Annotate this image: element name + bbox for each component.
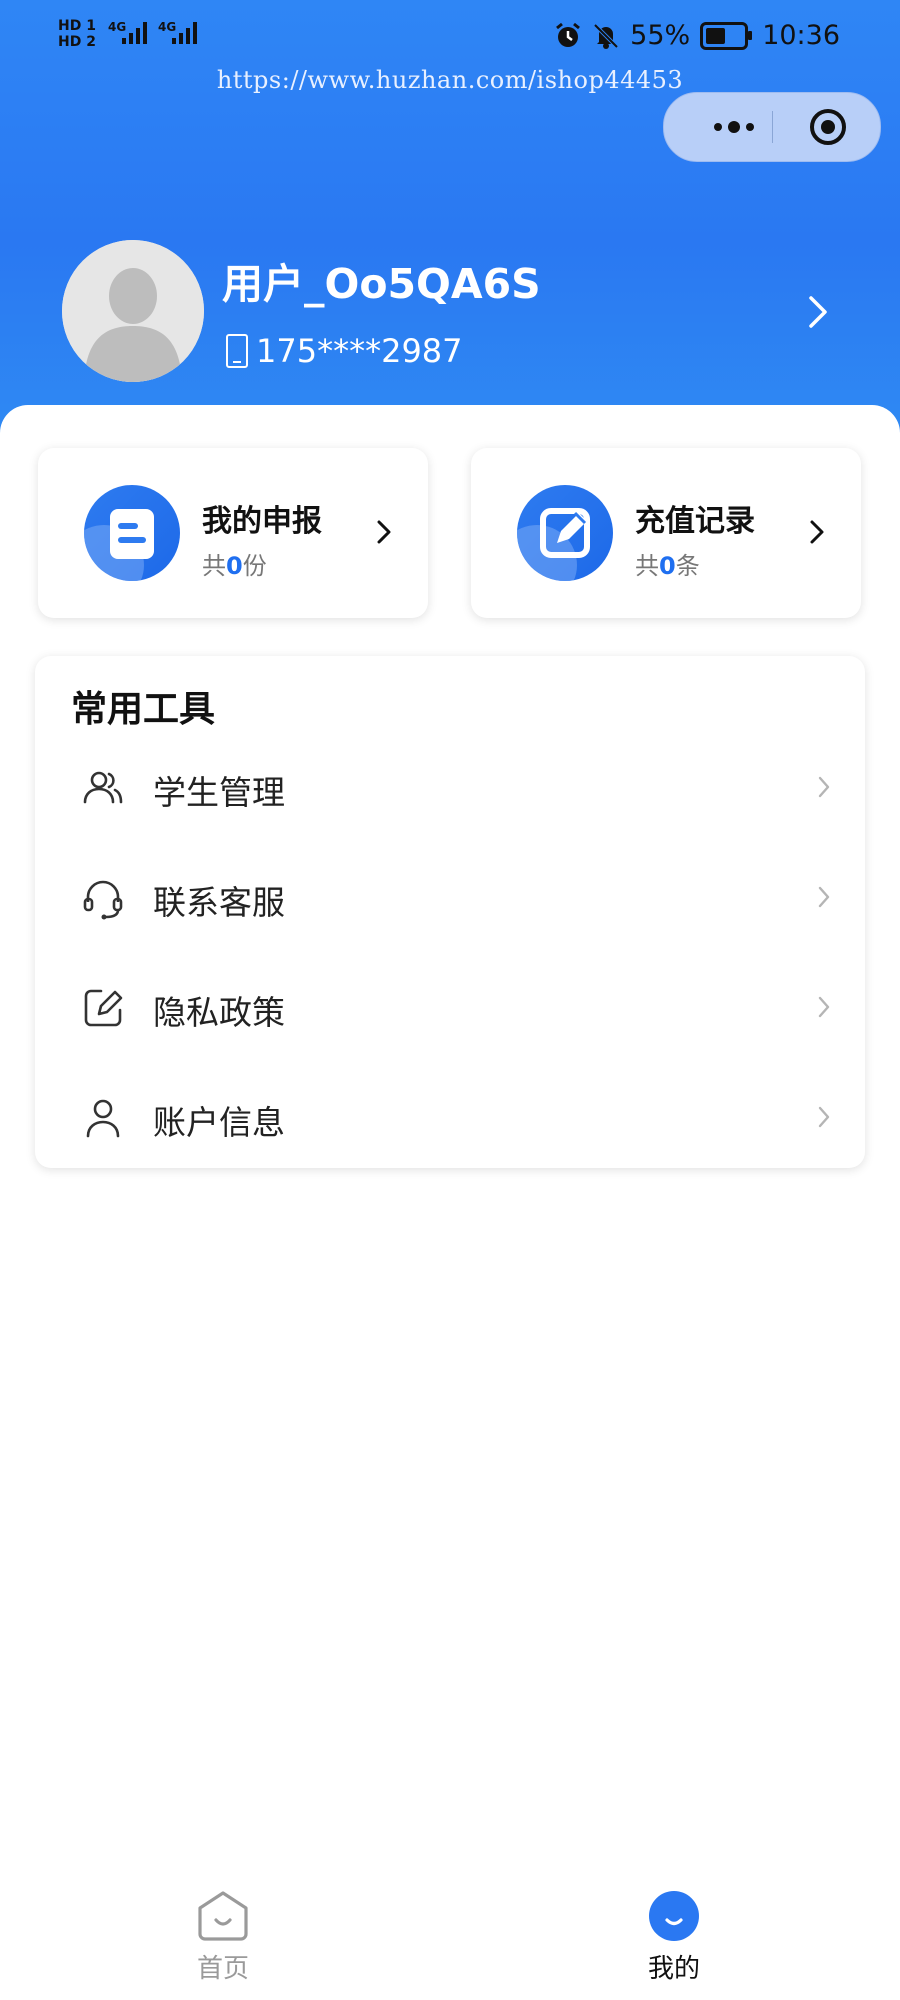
signal2-icon (172, 22, 197, 44)
content-sheet (0, 405, 900, 2000)
mute-bell-icon (593, 23, 619, 49)
phone-row: 175****2987 (226, 332, 463, 370)
profile-chevron-right-icon[interactable] (805, 292, 831, 332)
count-prefix: 共 (635, 552, 659, 580)
bottom-tab-bar: 首页 我的 (0, 1860, 900, 2000)
mine-active-icon (649, 1891, 699, 1941)
signal1-icon (122, 22, 147, 44)
clock: 10:36 (762, 20, 840, 51)
document-icon (110, 509, 154, 559)
count-prefix: 共 (202, 552, 226, 580)
recharge-icon-circle (517, 485, 613, 581)
card-title: 充值记录 (635, 504, 755, 539)
edit-square-icon (540, 508, 590, 558)
tool-student-management[interactable]: 学生管理 (35, 736, 865, 836)
dot (746, 123, 754, 131)
username: 用户_Oo5QA6S (222, 260, 541, 308)
home-icon (198, 1891, 248, 1941)
more-menu-button[interactable] (694, 93, 774, 161)
chevron-right-icon (810, 520, 824, 544)
count-value: 0 (659, 552, 676, 580)
card-title: 我的申报 (202, 504, 322, 539)
phone-number: 175****2987 (256, 332, 463, 370)
tool-contact-service[interactable]: 联系客服 (35, 846, 865, 946)
close-miniprogram-icon[interactable] (808, 107, 848, 147)
sim1-label: HD 1 (58, 18, 96, 34)
tab-home[interactable]: 首页 (163, 1890, 283, 2000)
card-count: 共0份 (202, 546, 267, 581)
users-icon (83, 771, 123, 804)
count-suffix: 条 (675, 552, 700, 580)
alarm-icon (556, 22, 581, 47)
recharge-record-card[interactable]: 充值记录 共0条 (471, 448, 861, 618)
chevron-right-icon (818, 776, 830, 798)
tool-account-info[interactable]: 账户信息 (35, 1066, 865, 1166)
tab-label: 首页 (196, 1954, 249, 1984)
dot (714, 123, 722, 131)
tab-label: 我的 (647, 1954, 700, 1984)
sim-indicators: HD 1 HD 2 (58, 18, 96, 50)
phone-icon (226, 334, 248, 368)
status-bar: HD 1 HD 2 4G 4G 55% 10:36 (0, 18, 900, 58)
count-value: 0 (226, 552, 243, 580)
edit-note-icon (84, 989, 123, 1027)
battery-icon (700, 21, 753, 50)
chevron-right-icon (818, 1106, 830, 1128)
tool-label: 联系客服 (153, 883, 285, 922)
tab-mine[interactable]: 我的 (614, 1890, 734, 2000)
chevron-right-icon (818, 886, 830, 908)
headset-icon (83, 880, 123, 920)
tools-title: 常用工具 (71, 689, 216, 730)
capsule-divider (772, 111, 773, 143)
count-suffix: 份 (242, 552, 267, 580)
avatar[interactable] (62, 240, 204, 382)
card-count: 共0条 (635, 546, 700, 581)
tool-label: 学生管理 (153, 773, 285, 812)
tool-label: 隐私政策 (153, 993, 285, 1032)
dot (728, 121, 740, 133)
chevron-right-icon (818, 996, 830, 1018)
watermark-url: https://www.huzhan.com/ishop44453 (216, 66, 684, 94)
common-tools-panel: 常用工具 学生管理 联系客服 隐私政策 账户信息 (35, 656, 865, 1168)
declaration-icon-circle (84, 485, 180, 581)
tool-privacy-policy[interactable]: 隐私政策 (35, 956, 865, 1056)
default-avatar-icon (62, 240, 204, 382)
sim2-label: HD 2 (58, 34, 96, 50)
battery-percent: 55% (630, 20, 691, 51)
miniprogram-capsule (663, 92, 881, 162)
user-icon (86, 1099, 120, 1138)
my-declaration-card[interactable]: 我的申报 共0份 (38, 448, 428, 618)
chevron-right-icon (377, 520, 391, 544)
tool-label: 账户信息 (153, 1103, 285, 1142)
